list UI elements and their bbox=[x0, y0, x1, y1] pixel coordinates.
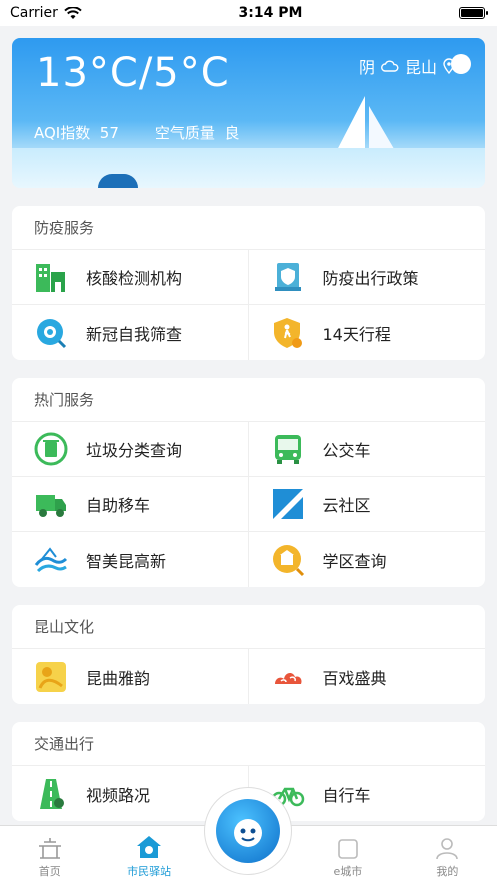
service-label: 视频路况 bbox=[86, 785, 151, 805]
tab-home[interactable]: 首页 bbox=[0, 826, 99, 883]
status-bar: Carrier 3:14 PM bbox=[0, 0, 497, 26]
service-label: 自助移车 bbox=[86, 496, 151, 515]
culture-title: 昆山文化 bbox=[12, 605, 485, 649]
hot-title: 热门服务 bbox=[12, 378, 485, 422]
service-label: 防疫出行政策 bbox=[322, 269, 419, 288]
service-label: 学区查询 bbox=[322, 551, 387, 571]
recycle-bin-icon bbox=[34, 432, 68, 466]
service-label: 公交车 bbox=[322, 441, 371, 460]
truck-icon bbox=[34, 487, 68, 521]
carrier-label: Carrier bbox=[10, 5, 58, 21]
service-kunshan-hitech[interactable]: 智美昆高新 bbox=[12, 532, 249, 587]
service-cloud-community[interactable]: 云社区 bbox=[248, 477, 485, 532]
tab-ecity[interactable]: e城市 bbox=[298, 826, 397, 883]
service-14day-trip[interactable]: 14天行程 bbox=[249, 305, 486, 360]
service-kunqu[interactable]: 昆曲雅韵 bbox=[12, 649, 249, 704]
epidemic-card: 防疫服务 核酸检测机构 防疫出行政策 新冠自我筛查 14天行程 bbox=[12, 206, 485, 360]
weather-banner[interactable]: 13°C/5°C AQI指数 57 空气质量 良 阴 昆山 bbox=[12, 38, 485, 188]
tab-label: 首页 bbox=[38, 865, 61, 878]
service-label: 百戏盛典 bbox=[322, 668, 387, 688]
service-opera-festival[interactable]: 百戏盛典 bbox=[249, 649, 486, 704]
epidemic-title: 防疫服务 bbox=[12, 206, 485, 250]
service-label: 14天行程 bbox=[322, 324, 391, 344]
aqi-label: AQI指数 bbox=[34, 124, 91, 142]
service-label: 自行车 bbox=[322, 785, 371, 805]
road-camera-icon bbox=[34, 777, 68, 811]
hot-card: 热门服务 垃圾分类查询 公交车 自助移车 云社区 智美昆高新 学区查询 bbox=[12, 378, 485, 587]
shield-walker-icon bbox=[271, 316, 305, 350]
tab-label: 我的 bbox=[436, 865, 459, 878]
condition-text: 阴 bbox=[358, 58, 375, 77]
service-label: 垃圾分类查询 bbox=[86, 441, 183, 460]
home-icon bbox=[38, 838, 61, 859]
school-search-icon bbox=[271, 543, 305, 577]
ecity-icon bbox=[338, 839, 358, 859]
service-move-car[interactable]: 自助移车 bbox=[12, 477, 249, 532]
tab-label: e城市 bbox=[333, 865, 363, 878]
virus-search-icon bbox=[34, 316, 68, 350]
tab-label: 市民驿站 bbox=[127, 865, 172, 878]
traffic-title: 交通出行 bbox=[12, 722, 485, 766]
center-action-button[interactable] bbox=[204, 787, 292, 875]
service-bus[interactable]: 公交车 bbox=[248, 422, 485, 477]
service-label: 智美昆高新 bbox=[86, 551, 167, 571]
sun-icon bbox=[451, 54, 471, 74]
culture-card: 昆山文化 昆曲雅韵 百戏盛典 bbox=[12, 605, 485, 704]
cloud-icon bbox=[381, 60, 399, 72]
station-icon bbox=[137, 836, 162, 858]
service-nucleic-test[interactable]: 核酸检测机构 bbox=[12, 250, 249, 305]
service-label: 核酸检测机构 bbox=[86, 269, 183, 288]
service-label: 云社区 bbox=[322, 496, 371, 515]
service-garbage-sorting[interactable]: 垃圾分类查询 bbox=[12, 422, 249, 477]
opera-figure-icon bbox=[34, 660, 68, 694]
building-icon bbox=[34, 260, 68, 294]
weather-location: 阴 昆山 bbox=[359, 54, 455, 78]
aqi-value: 57 bbox=[99, 124, 119, 142]
city-text: 昆山 bbox=[404, 58, 437, 77]
temperature: 13°C/5°C bbox=[36, 50, 230, 96]
tab-station[interactable]: 市民驿站 bbox=[99, 826, 198, 883]
cloud-community-icon bbox=[271, 487, 305, 521]
user-icon bbox=[436, 838, 459, 860]
water-illustration bbox=[12, 148, 485, 188]
service-travel-policy[interactable]: 防疫出行政策 bbox=[248, 250, 485, 305]
quality-value: 良 bbox=[224, 124, 240, 142]
document-shield-icon bbox=[271, 260, 305, 294]
content-scroll[interactable]: 13°C/5°C AQI指数 57 空气质量 良 阴 昆山 防疫服务 核酸检测机… bbox=[0, 26, 497, 825]
tab-mine[interactable]: 我的 bbox=[398, 826, 497, 883]
service-label: 昆曲雅韵 bbox=[86, 668, 151, 688]
battery-icon bbox=[459, 7, 488, 19]
aqi-row: AQI指数 57 空气质量 良 bbox=[34, 122, 239, 143]
mascot-icon bbox=[216, 799, 280, 863]
service-self-screening[interactable]: 新冠自我筛查 bbox=[12, 305, 249, 360]
service-label: 新冠自我筛查 bbox=[86, 324, 183, 344]
service-school-district[interactable]: 学区查询 bbox=[249, 532, 486, 587]
quality-label: 空气质量 bbox=[154, 124, 215, 142]
clock: 3:14 PM bbox=[238, 5, 303, 21]
wifi-icon bbox=[64, 6, 82, 19]
bus-icon bbox=[271, 432, 305, 466]
auspicious-cloud-icon bbox=[271, 660, 305, 694]
wave-logo-icon bbox=[34, 543, 68, 577]
island-illustration bbox=[98, 174, 138, 188]
